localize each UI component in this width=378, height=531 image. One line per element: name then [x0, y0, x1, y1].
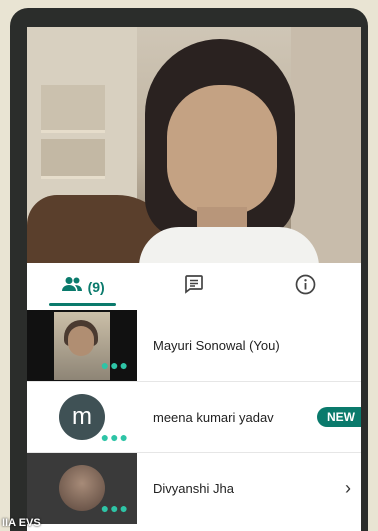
participant-thumbnail: ●●●	[27, 452, 137, 524]
tab-info[interactable]	[250, 263, 361, 310]
new-badge: NEW	[317, 407, 361, 427]
participant-thumbnail: ●●●	[27, 310, 137, 381]
more-dots-icon[interactable]: ●●●	[101, 429, 129, 445]
participant-name: Mayuri Sonowal (You)	[153, 338, 280, 353]
device-frame: (9) ●●● Mayuri Sonowal (You) m ●●● meena…	[10, 8, 368, 531]
video-caption: IIA EVS	[2, 517, 41, 529]
participant-name: meena kumari yadav	[153, 409, 274, 425]
participant-list: ●●● Mayuri Sonowal (You) m ●●● meena kum…	[27, 310, 361, 524]
video-background-shelf	[41, 139, 105, 179]
video-person-face	[167, 85, 277, 215]
video-background-shelf	[41, 85, 105, 133]
participant-row[interactable]: m ●●● meena kumari yadav NEW	[27, 381, 361, 453]
panel-tabs: (9)	[27, 263, 361, 310]
avatar: m	[59, 394, 105, 440]
participants-count: (9)	[87, 278, 105, 295]
chevron-right-icon[interactable]: ›	[345, 478, 351, 499]
more-dots-icon[interactable]: ●●●	[101, 357, 129, 373]
info-icon	[295, 274, 316, 300]
participant-video	[59, 465, 105, 511]
tab-participants[interactable]: (9)	[27, 263, 138, 310]
participant-row[interactable]: ●●● Divyanshi Jha ›	[27, 452, 361, 524]
people-icon	[61, 276, 83, 297]
video-person-face	[68, 325, 94, 356]
video-person-shirt	[139, 227, 319, 263]
participant-name: Divyanshi Jha	[153, 480, 234, 496]
more-dots-icon[interactable]: ●●●	[101, 500, 129, 516]
participant-row[interactable]: ●●● Mayuri Sonowal (You)	[27, 310, 361, 381]
tab-chat[interactable]	[138, 263, 249, 310]
meet-screen: (9) ●●● Mayuri Sonowal (You) m ●●● meena…	[27, 27, 361, 531]
video-background-wall	[291, 27, 361, 263]
chat-icon	[184, 274, 204, 299]
participant-thumbnail: m ●●●	[27, 381, 137, 453]
main-video-feed[interactable]	[27, 27, 361, 263]
